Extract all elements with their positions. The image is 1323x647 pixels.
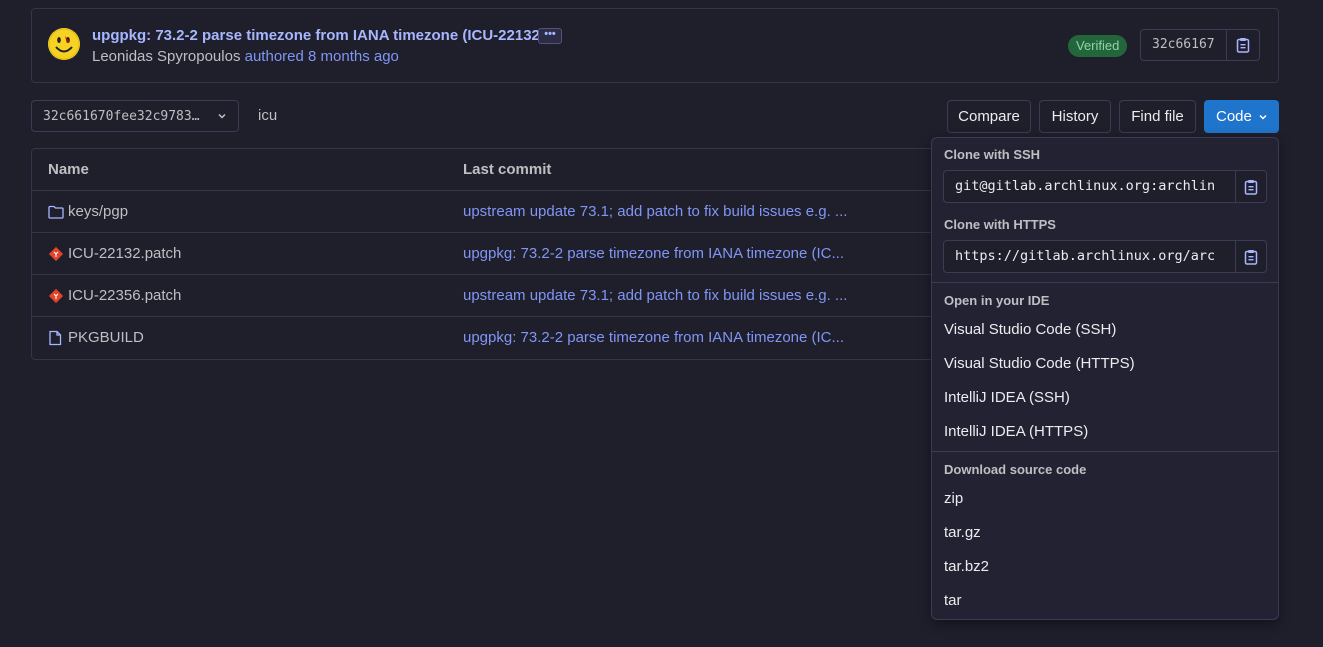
clone-ssh-group: git@gitlab.archlinux.org:archlin (943, 170, 1267, 203)
clipboard-icon (1244, 249, 1258, 265)
author-avatar[interactable] (48, 28, 80, 60)
table-row: keys/pgp upstream update 73.1; add patch… (32, 191, 940, 233)
file-tree-table: Name Last commit keys/pgp upstream updat… (31, 148, 941, 360)
last-commit-link[interactable]: upgpkg: 73.2-2 parse timezone from IANA … (463, 245, 844, 262)
file-name-link[interactable]: ICU-22132.patch (48, 245, 181, 262)
table-row: ICU-22132.patch upgpkg: 73.2-2 parse tim… (32, 233, 940, 275)
file-name-label: ICU-22356.patch (68, 287, 182, 304)
commit-author-line: Leonidas Spyropoulos authored 8 months a… (92, 48, 399, 65)
ide-item-vscode-https[interactable]: Visual Studio Code (HTTPS) (944, 355, 1135, 372)
commit-sha-link[interactable]: 32c66167 (1141, 30, 1227, 60)
find-file-button[interactable]: Find file (1119, 100, 1196, 133)
ide-item-intellij-ssh[interactable]: IntelliJ IDEA (SSH) (944, 389, 1070, 406)
clone-ssh-heading: Clone with SSH (944, 147, 1041, 162)
git-patch-icon (48, 288, 68, 304)
table-row: ICU-22356.patch upstream update 73.1; ad… (32, 275, 940, 317)
ref-selector-label: 32c661670fee32c9783… (43, 108, 200, 124)
dropdown-divider (932, 451, 1278, 452)
commit-sha-group: 32c66167 (1140, 29, 1260, 61)
commit-title-link[interactable]: upgpkg: 73.2-2 parse timezone from IANA … (92, 27, 545, 44)
commit-author-link[interactable]: Leonidas Spyropoulos (92, 48, 240, 65)
code-dropdown-menu: Clone with SSH git@gitlab.archlinux.org:… (931, 137, 1279, 620)
clone-https-url-field[interactable]: https://gitlab.archlinux.org/arc (944, 241, 1236, 272)
file-name-label: PKGBUILD (68, 329, 144, 346)
ref-selector-dropdown[interactable]: 32c661670fee32c9783… (31, 100, 239, 132)
chevron-down-icon (1259, 114, 1267, 120)
clone-ssh-url-field[interactable]: git@gitlab.archlinux.org:archlin (944, 171, 1236, 202)
dropdown-divider (932, 282, 1278, 283)
ide-item-vscode-ssh[interactable]: Visual Studio Code (SSH) (944, 321, 1116, 338)
file-name-link[interactable]: PKGBUILD (48, 329, 144, 346)
download-tar-link[interactable]: tar (944, 592, 962, 609)
table-header-row: Name Last commit (32, 149, 940, 191)
document-icon (48, 330, 68, 346)
ide-heading: Open in your IDE (944, 293, 1050, 308)
smiley-avatar-icon (48, 28, 80, 60)
column-header-name: Name (48, 161, 89, 178)
table-row: PKGBUILD upgpkg: 73.2-2 parse timezone f… (32, 317, 940, 359)
history-button[interactable]: History (1039, 100, 1111, 133)
download-targz-link[interactable]: tar.gz (944, 524, 981, 541)
clipboard-icon (1244, 179, 1258, 195)
file-name-label: ICU-22132.patch (68, 245, 182, 262)
column-header-last-commit: Last commit (463, 161, 552, 178)
ide-item-intellij-https[interactable]: IntelliJ IDEA (HTTPS) (944, 423, 1088, 440)
last-commit-link[interactable]: upstream update 73.1; add patch to fix b… (463, 203, 847, 220)
breadcrumb-project[interactable]: icu (258, 107, 277, 124)
last-commit-link[interactable]: upstream update 73.1; add patch to fix b… (463, 287, 847, 304)
git-patch-icon (48, 246, 68, 262)
last-commit-link[interactable]: upgpkg: 73.2-2 parse timezone from IANA … (463, 329, 844, 346)
chevron-down-icon (218, 113, 226, 119)
download-tarbz2-link[interactable]: tar.bz2 (944, 558, 989, 575)
download-zip-link[interactable]: zip (944, 490, 963, 507)
file-name-link[interactable]: ICU-22356.patch (48, 287, 181, 304)
toggle-commit-description-button[interactable]: ••• (538, 28, 562, 44)
clone-https-group: https://gitlab.archlinux.org/arc (943, 240, 1267, 273)
download-heading: Download source code (944, 462, 1087, 477)
file-name-label: keys/pgp (68, 203, 129, 220)
code-dropdown-button[interactable]: Code (1204, 100, 1279, 133)
clone-https-heading: Clone with HTTPS (944, 217, 1056, 232)
commit-authored-time: authored 8 months ago (244, 48, 399, 65)
copy-sha-button[interactable] (1227, 30, 1259, 60)
verified-badge[interactable]: Verified (1068, 35, 1128, 57)
compare-button[interactable]: Compare (947, 100, 1031, 133)
folder-icon (48, 205, 68, 219)
file-name-link[interactable]: keys/pgp (48, 203, 128, 220)
code-button-label: Code (1216, 108, 1252, 125)
copy-ssh-url-button[interactable] (1236, 171, 1266, 202)
copy-https-url-button[interactable] (1236, 241, 1266, 272)
latest-commit-box: upgpkg: 73.2-2 parse timezone from IANA … (31, 8, 1279, 83)
clipboard-icon (1236, 38, 1249, 53)
